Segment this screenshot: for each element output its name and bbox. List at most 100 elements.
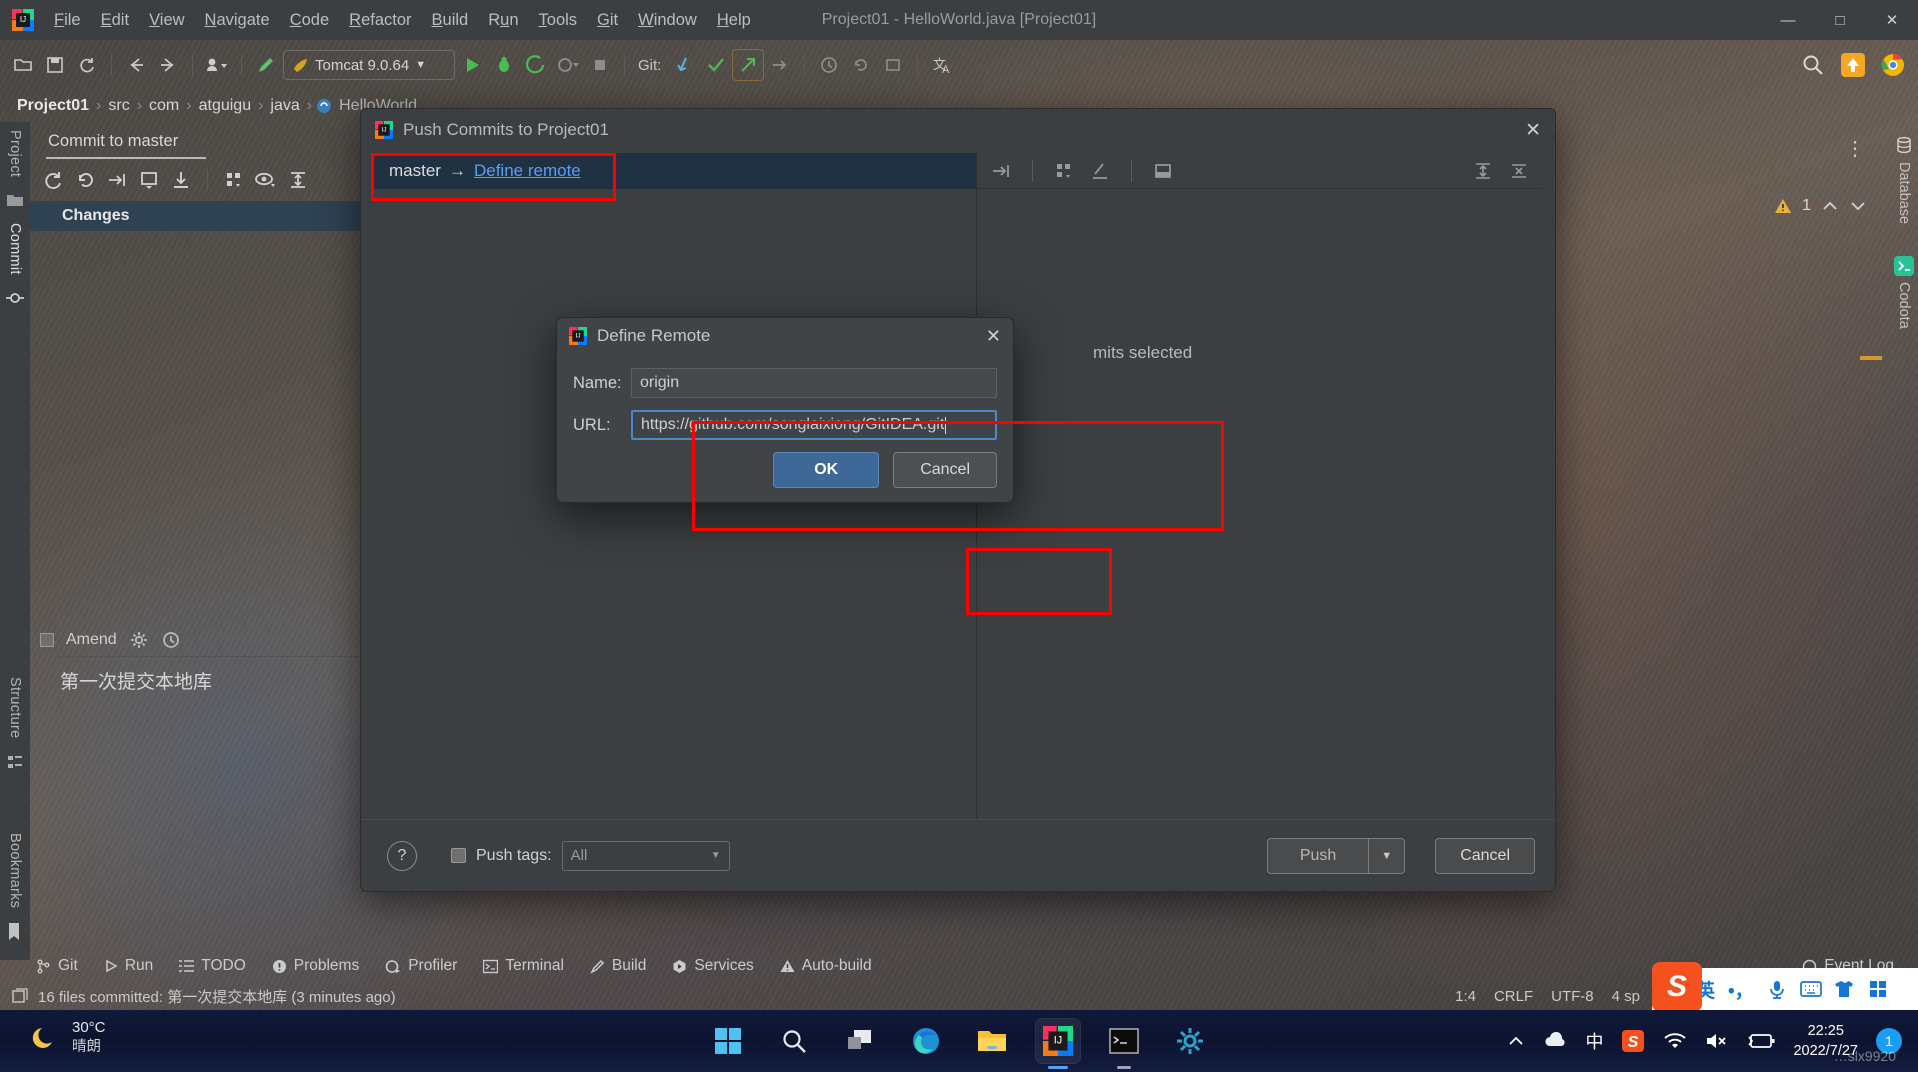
commit-history-clock-icon[interactable] bbox=[161, 630, 181, 650]
sidebar-item-project[interactable]: Project bbox=[7, 122, 23, 185]
bottom-item-todo[interactable]: TODO bbox=[179, 957, 246, 975]
push-dialog-close-icon[interactable]: ✕ bbox=[1525, 119, 1541, 142]
save-all-icon[interactable] bbox=[40, 50, 70, 80]
sidebar-item-codota[interactable]: Codota bbox=[1896, 276, 1912, 335]
download-update-icon[interactable] bbox=[168, 167, 194, 193]
caret-position[interactable]: 1:4 bbox=[1455, 988, 1476, 1005]
ime-more-apps-icon[interactable] bbox=[1868, 979, 1888, 999]
start-button[interactable] bbox=[706, 1019, 750, 1063]
menu-navigate[interactable]: Navigate bbox=[195, 7, 280, 34]
sync-refresh-icon[interactable] bbox=[72, 50, 102, 80]
ime-microphone-icon[interactable] bbox=[1767, 979, 1787, 999]
sidebar-item-bookmarks[interactable]: Bookmarks bbox=[7, 825, 23, 916]
taskbar-search-icon[interactable] bbox=[772, 1019, 816, 1063]
run-play-icon[interactable] bbox=[457, 50, 487, 80]
commit-tool-window[interactable]: Commit to master Changes Amend 第一次提交本地库 bbox=[30, 122, 360, 1056]
editor-more-options-icon[interactable]: ⋮ bbox=[1845, 136, 1866, 161]
bottom-item-problems[interactable]: Problems bbox=[272, 957, 359, 975]
main-toolbar[interactable]: Tomcat 9.0.64 ▼ Git: 文A bbox=[0, 40, 1918, 90]
file-explorer-icon[interactable] bbox=[970, 1019, 1014, 1063]
ime-punctuation-icon[interactable]: •， bbox=[1728, 976, 1754, 1003]
chevron-down-icon[interactable]: ▼ bbox=[711, 850, 721, 861]
define-remote-cancel-button[interactable]: Cancel bbox=[893, 452, 997, 488]
ime-keyboard-icon[interactable] bbox=[1799, 980, 1822, 998]
breadcrumb-item-java[interactable]: java bbox=[267, 97, 302, 115]
build-hammer-icon[interactable] bbox=[251, 50, 281, 80]
toolbar-right-group[interactable] bbox=[1798, 40, 1908, 90]
inspection-warning-widget[interactable]: 1 bbox=[1763, 192, 1878, 220]
sogou-tray-icon[interactable]: S bbox=[1621, 1029, 1645, 1053]
define-remote-link[interactable]: Define remote bbox=[474, 161, 581, 181]
bottom-item-profiler[interactable]: Profiler bbox=[385, 957, 457, 975]
define-remote-dialog[interactable]: IJ Define Remote ✕ Name: origin URL: htt… bbox=[556, 317, 1014, 503]
status-bar[interactable]: 16 files committed: 第一次提交本地库 (3 minutes … bbox=[0, 982, 1918, 1010]
bottom-item-git[interactable]: Git bbox=[36, 957, 78, 975]
help-button[interactable]: ? bbox=[387, 840, 417, 871]
expand-all-icon[interactable] bbox=[1471, 159, 1495, 183]
minimize-button[interactable]: — bbox=[1762, 0, 1814, 40]
bottom-item-build[interactable]: Build bbox=[590, 957, 646, 975]
shelve-icon[interactable] bbox=[878, 50, 908, 80]
remote-url-input[interactable]: https://github.com/songlaixiong/GitIDEA.… bbox=[631, 410, 997, 440]
preview-panel-icon[interactable] bbox=[1151, 159, 1175, 183]
menu-run[interactable]: Run bbox=[478, 7, 528, 34]
amend-row[interactable]: Amend bbox=[40, 630, 181, 650]
maximize-button[interactable]: □ bbox=[1814, 0, 1866, 40]
git-push-icon[interactable] bbox=[732, 49, 765, 81]
breadcrumb-item-project[interactable]: Project01 bbox=[14, 97, 92, 115]
group-by-icon[interactable] bbox=[1052, 159, 1076, 183]
push-tags-select[interactable]: All ▼ bbox=[561, 840, 730, 871]
menu-build[interactable]: Build bbox=[422, 7, 479, 34]
window-controls[interactable]: — □ ✕ bbox=[1762, 0, 1918, 40]
commit-options-gear-icon[interactable] bbox=[129, 630, 149, 650]
changes-group-header[interactable]: Changes bbox=[30, 201, 360, 231]
menu-view[interactable]: View bbox=[139, 7, 194, 34]
define-remote-close-icon[interactable]: ✕ bbox=[986, 326, 1001, 347]
preview-eye-icon[interactable] bbox=[253, 167, 279, 193]
search-icon[interactable] bbox=[1798, 50, 1828, 80]
bottom-item-terminal[interactable]: Terminal bbox=[483, 957, 564, 975]
bottom-item-services[interactable]: Services bbox=[672, 957, 754, 975]
rollback-changes-icon[interactable] bbox=[72, 167, 98, 193]
close-button[interactable]: ✕ bbox=[1866, 0, 1918, 40]
breadcrumb-item-src[interactable]: src bbox=[105, 97, 132, 115]
menu-window[interactable]: Window bbox=[628, 7, 707, 34]
refresh-changes-icon[interactable] bbox=[40, 167, 66, 193]
amend-checkbox[interactable] bbox=[40, 633, 54, 647]
line-separator[interactable]: CRLF bbox=[1494, 988, 1533, 1005]
back-arrow-icon[interactable] bbox=[121, 50, 151, 80]
wifi-icon[interactable] bbox=[1663, 1032, 1687, 1050]
push-tags-group[interactable]: Push tags: All ▼ bbox=[451, 840, 730, 871]
prev-problem-icon[interactable] bbox=[1821, 199, 1839, 213]
bottom-tool-window-strip[interactable]: Git Run TODO Problems Profiler Terminal bbox=[0, 950, 1918, 982]
push-cancel-button[interactable]: Cancel bbox=[1435, 837, 1535, 874]
bottom-item-run[interactable]: Run bbox=[104, 957, 153, 975]
volume-muted-icon[interactable] bbox=[1705, 1032, 1729, 1050]
run-with-coverage-icon[interactable] bbox=[521, 50, 551, 80]
right-tool-window-stripe[interactable]: Database Codota bbox=[1890, 122, 1918, 960]
menu-edit[interactable]: Edit bbox=[91, 7, 139, 34]
translate-icon[interactable]: 文A bbox=[927, 50, 957, 80]
profile-dropdown-icon[interactable] bbox=[202, 50, 232, 80]
taskbar-cmd-icon[interactable] bbox=[1102, 1019, 1146, 1069]
push-tags-checkbox[interactable] bbox=[451, 848, 466, 863]
main-menu-bar[interactable]: FFileile Edit View Navigate Code Refacto… bbox=[44, 7, 761, 34]
menu-help[interactable]: Help bbox=[707, 7, 761, 34]
highlight-pen-icon[interactable] bbox=[1088, 159, 1112, 183]
git-update-project-icon[interactable] bbox=[669, 50, 699, 80]
onedrive-cloud-icon[interactable] bbox=[1543, 1032, 1567, 1050]
collapse-arrow-icon[interactable] bbox=[989, 159, 1013, 183]
push-split-button[interactable]: Push ▼ bbox=[1266, 837, 1406, 874]
chrome-browser-icon[interactable] bbox=[1878, 50, 1908, 80]
next-problem-icon[interactable] bbox=[1849, 199, 1867, 213]
remote-name-input[interactable]: origin bbox=[631, 368, 997, 398]
history-clock-icon[interactable] bbox=[814, 50, 844, 80]
push-button[interactable]: Push bbox=[1266, 837, 1369, 874]
breadcrumb-item-atguigu[interactable]: atguigu bbox=[196, 97, 255, 115]
indent-size[interactable]: 4 sp bbox=[1612, 988, 1640, 1005]
edge-browser-icon[interactable] bbox=[904, 1019, 948, 1063]
run-configuration-selector[interactable]: Tomcat 9.0.64 ▼ bbox=[283, 50, 455, 80]
sidebar-item-database[interactable]: Database bbox=[1896, 156, 1912, 230]
left-tool-window-stripe[interactable]: Project Commit Structure Bookmarks bbox=[0, 122, 30, 960]
ime-skin-icon[interactable] bbox=[1834, 979, 1855, 999]
